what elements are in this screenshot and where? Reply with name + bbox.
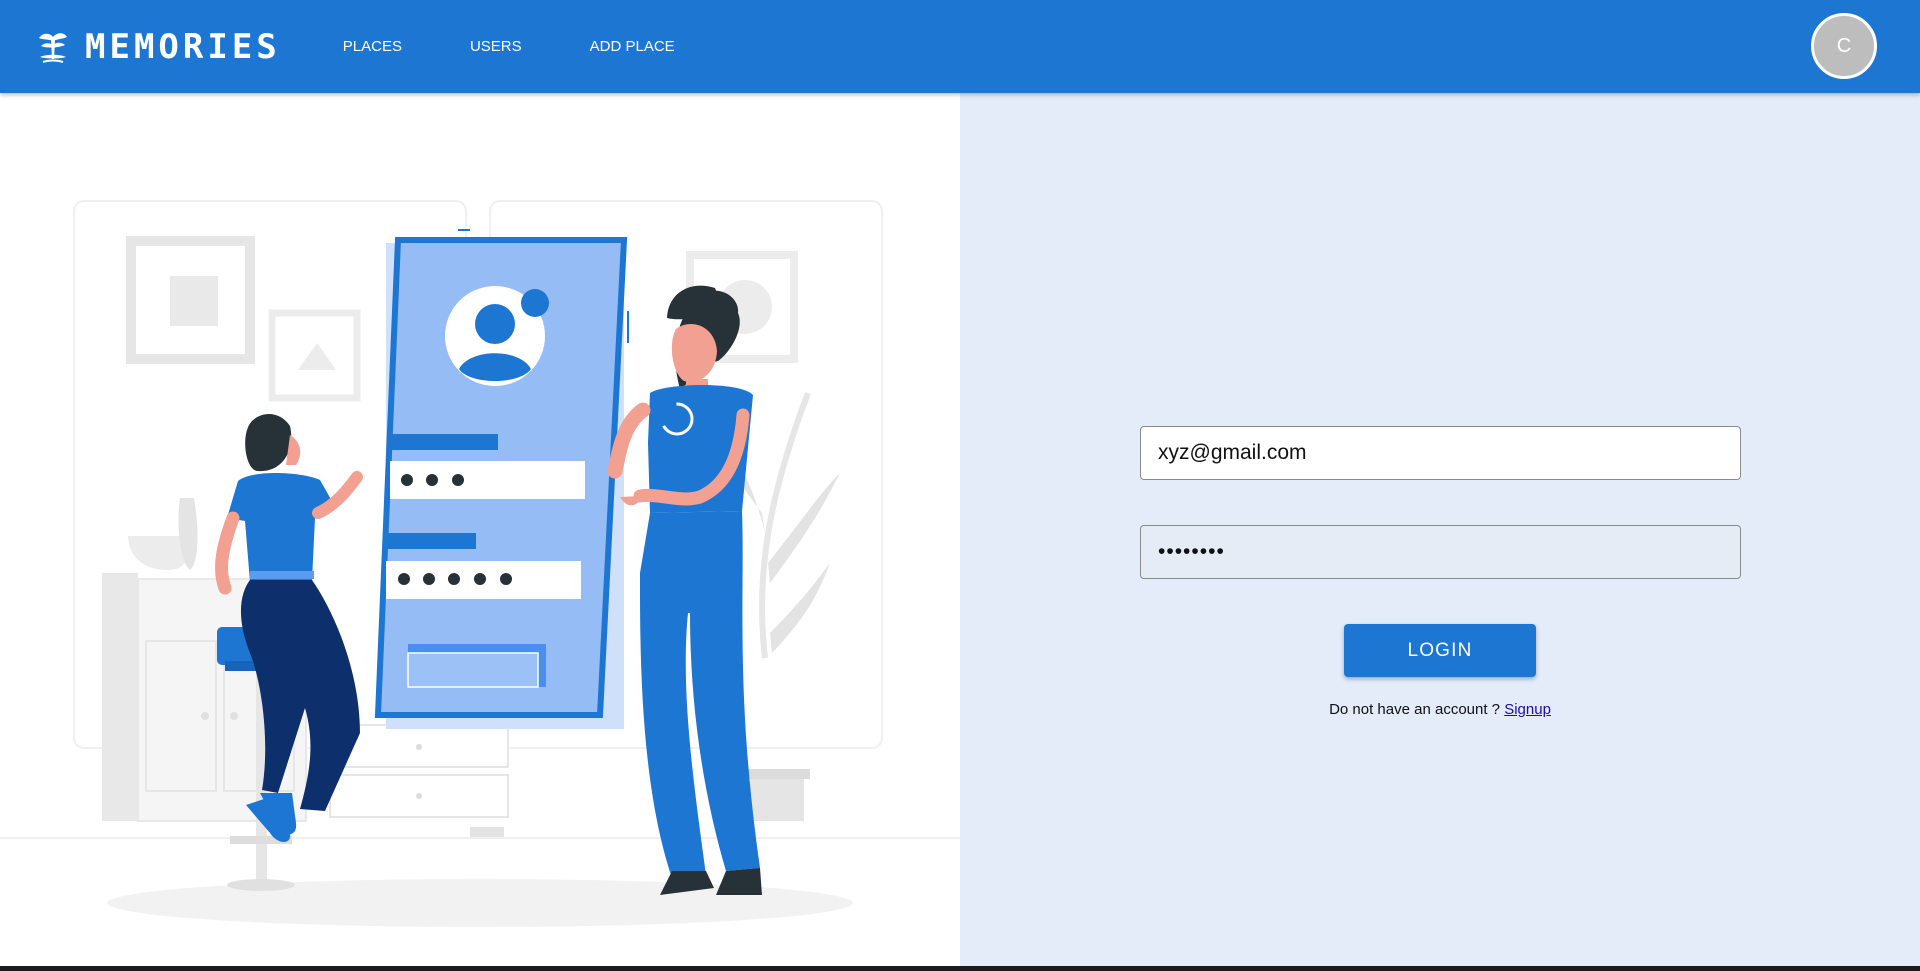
login-panel: LOGIN Do not have an account ? Signup	[960, 93, 1920, 966]
password-field[interactable]	[1140, 525, 1741, 579]
nav-link-add-place[interactable]: ADD PLACE	[590, 38, 675, 55]
tree-logo-icon	[39, 32, 67, 63]
signup-link[interactable]: Signup	[1504, 701, 1551, 718]
brand[interactable]: MEMORIES	[35, 27, 281, 67]
login-illustration	[0, 93, 960, 966]
login-button[interactable]: LOGIN	[1344, 624, 1536, 677]
bottom-edge	[0, 966, 1920, 971]
signup-prompt: Do not have an account ? Signup	[960, 701, 1920, 718]
email-field[interactable]	[1140, 426, 1741, 480]
nav-link-places[interactable]: PLACES	[343, 38, 402, 55]
brand-name: MEMORIES	[85, 26, 281, 67]
top-navbar: MEMORIES PLACES USERS ADD PLACE C	[0, 0, 1920, 93]
nav-link-users[interactable]: USERS	[470, 38, 522, 55]
user-avatar[interactable]: C	[1811, 13, 1877, 79]
login-illustration-art	[0, 200, 960, 927]
signup-prompt-text: Do not have an account ?	[1329, 701, 1501, 718]
main-nav: PLACES USERS ADD PLACE	[343, 38, 743, 55]
